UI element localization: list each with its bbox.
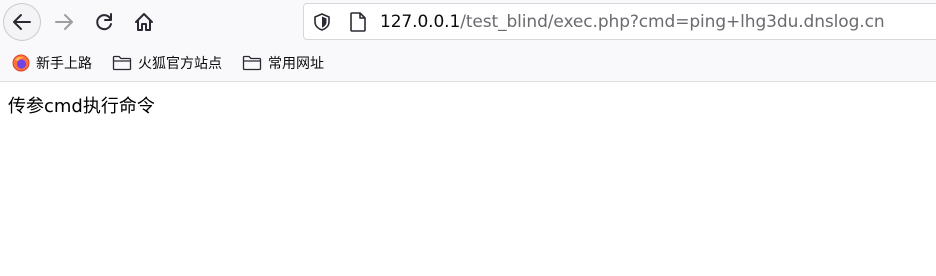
bookmarks-toolbar: 新手上路 火狐官方站点 常用网址 (0, 45, 936, 82)
bookmark-getting-started[interactable]: 新手上路 (12, 53, 92, 73)
arrow-left-icon (13, 14, 31, 30)
bookmark-common-sites[interactable]: 常用网址 (242, 53, 324, 73)
browser-toolbar: 127.0.0.1/test_blind/exec.php?cmd=ping+l… (0, 0, 936, 45)
url-text[interactable]: 127.0.0.1/test_blind/exec.php?cmd=ping+l… (380, 12, 885, 32)
page-icon (348, 11, 368, 33)
bookmark-label: 火狐官方站点 (138, 56, 222, 72)
page-body-text: 传参cmd执行命令 (8, 96, 155, 117)
url-host: 127.0.0.1 (380, 12, 461, 32)
reload-icon (96, 13, 112, 31)
back-button[interactable] (4, 4, 40, 40)
home-button[interactable] (126, 4, 162, 40)
url-path: /test_blind/exec.php?cmd=ping+lhg3du.dns… (460, 12, 885, 32)
bookmark-label: 新手上路 (36, 56, 92, 72)
bookmark-firefox-official[interactable]: 火狐官方站点 (112, 53, 222, 73)
address-bar[interactable]: 127.0.0.1/test_blind/exec.php?cmd=ping+l… (303, 3, 936, 40)
arrow-right-icon (55, 14, 73, 30)
home-icon (135, 13, 153, 31)
folder-icon (112, 55, 132, 71)
bookmark-label: 常用网址 (268, 56, 324, 72)
reload-button[interactable] (86, 4, 122, 40)
firefox-icon (12, 54, 30, 72)
forward-button[interactable] (46, 4, 82, 40)
shield-icon[interactable] (312, 12, 332, 32)
folder-icon (242, 55, 262, 71)
